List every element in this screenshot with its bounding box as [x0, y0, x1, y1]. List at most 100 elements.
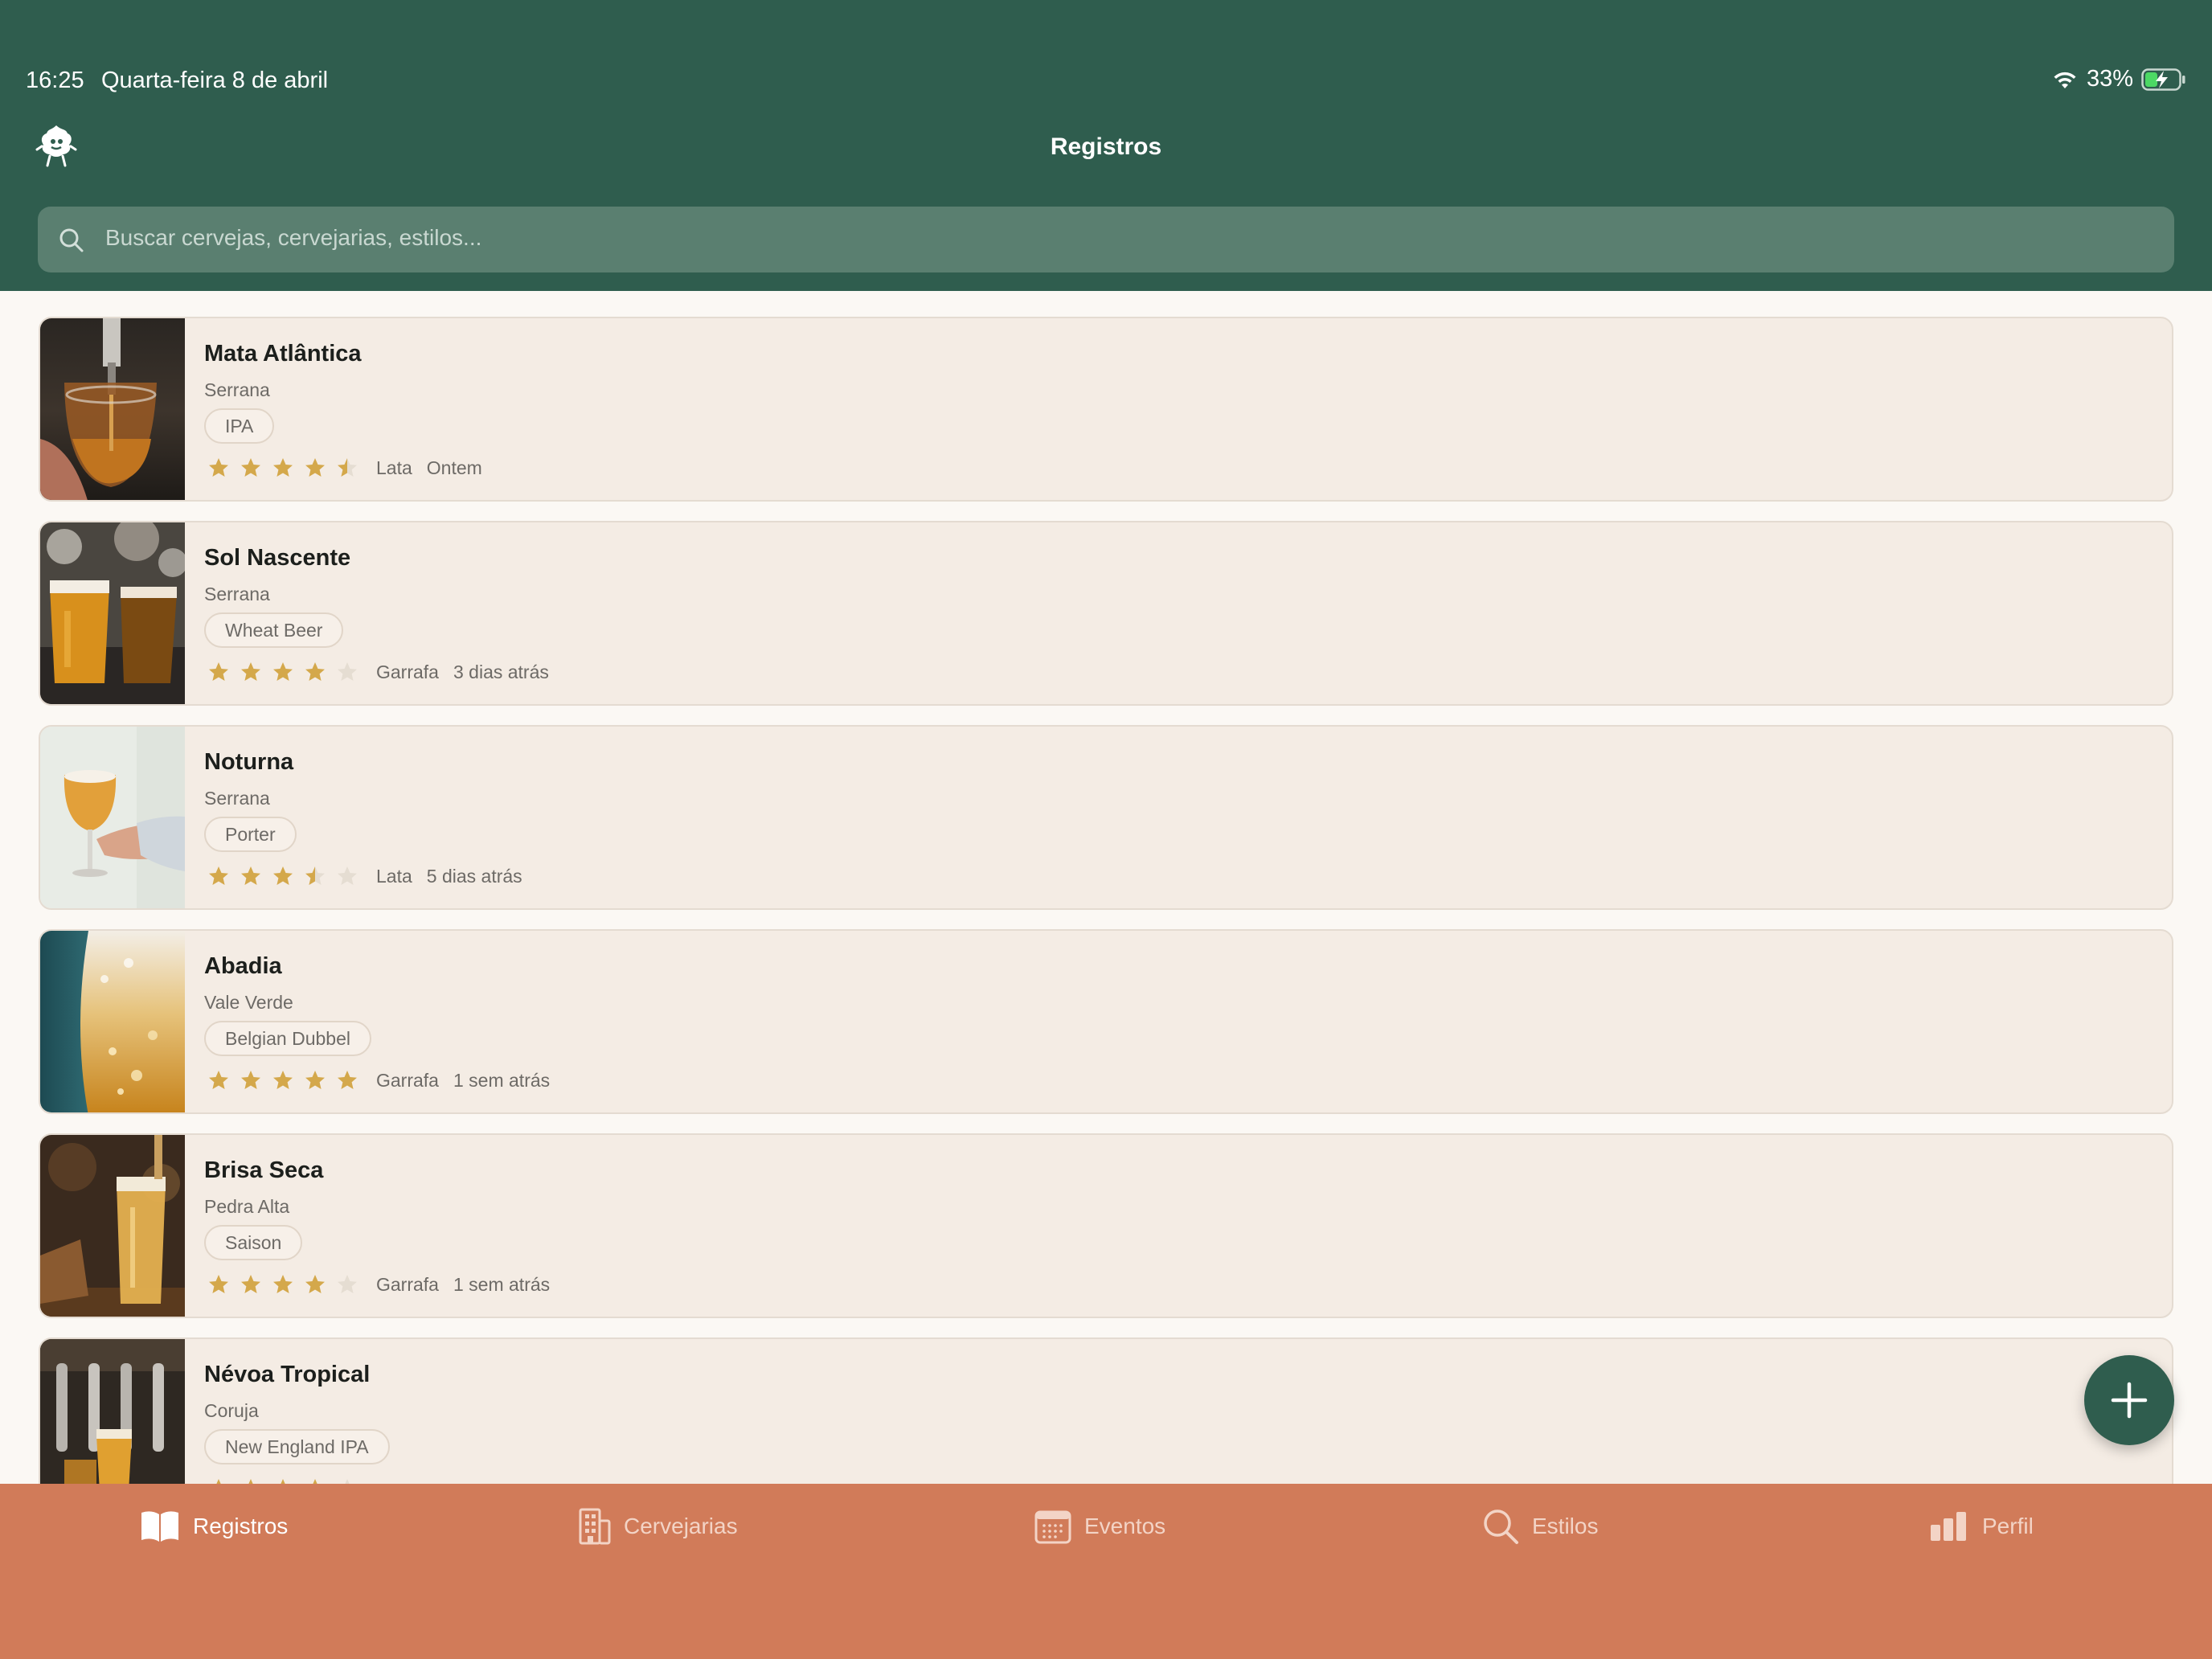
tab-estilos[interactable]: Estilos: [1482, 1503, 1598, 1550]
entry-photo: [40, 1135, 185, 1317]
star-rating: [207, 1477, 358, 1484]
battery-charging-icon: [2141, 68, 2185, 91]
tab-label: Cervejarias: [624, 1514, 738, 1538]
beer-name: Abadia: [204, 953, 282, 979]
entry-date: 1 sem atrás: [453, 1273, 551, 1295]
serving-format: Garrafa: [376, 1069, 439, 1091]
entry-meta: Lata 5 dias atrás: [207, 862, 522, 891]
beer-name: Mata Atlântica: [204, 341, 362, 367]
bar-chart-icon: [1931, 1512, 1966, 1541]
entry-card[interactable]: Névoa Tropical Coruja New England IPA: [39, 1337, 2173, 1484]
star-full-icon: [209, 1275, 228, 1293]
star-rating: [207, 457, 358, 479]
serving-format: Lata: [376, 865, 412, 887]
beer-name: Sol Nascente: [204, 545, 351, 571]
style-tag: Belgian Dubbel: [204, 1021, 372, 1056]
star-full-icon: [273, 1071, 293, 1089]
star-full-icon: [305, 458, 325, 477]
star-empty-icon: [338, 1275, 357, 1293]
entry-photo: [40, 318, 185, 500]
star-full-icon: [305, 662, 325, 681]
tab-perfil[interactable]: Perfil: [1929, 1503, 2034, 1550]
tab-eventos[interactable]: Eventos: [1034, 1503, 1165, 1550]
brewery-name: Serrana: [204, 379, 270, 400]
star-rating: [207, 1273, 358, 1296]
star-full-icon: [241, 458, 260, 477]
star-full-icon: [273, 1275, 293, 1293]
tab-registros[interactable]: Registros: [140, 1503, 288, 1550]
style-tag: IPA: [204, 408, 275, 444]
tab-cervejarias[interactable]: Cervejarias: [579, 1503, 738, 1550]
entry-meta: Garrafa 1 sem atrás: [207, 1270, 550, 1299]
entries-list[interactable]: Mata Atlântica Serrana IPA Lata Ontem So…: [0, 291, 2212, 1484]
status-bar: 16:25 Quarta-feira 8 de abril 33%: [0, 63, 2212, 103]
entry-date: 3 dias atrás: [453, 661, 549, 682]
star-half-icon: [305, 866, 325, 885]
star-rating: [207, 661, 358, 683]
tab-bar: Registros Cervejarias Eventos Estilos Pe…: [0, 1484, 2212, 1659]
brewery-name: Vale Verde: [204, 992, 293, 1013]
brewery-name: Pedra Alta: [204, 1196, 290, 1217]
tab-label: Registros: [193, 1514, 289, 1538]
plus-icon: [2111, 1382, 2148, 1419]
serving-format: Lata: [376, 457, 412, 478]
entry-card[interactable]: Noturna Serrana Porter Lata 5 dias atrás: [39, 725, 2173, 910]
brewery-name: Serrana: [204, 788, 270, 809]
beer-name: Névoa Tropical: [204, 1362, 371, 1387]
beer-name: Noturna: [204, 749, 294, 775]
entry-meta: Lata Ontem: [207, 453, 482, 482]
star-full-icon: [338, 1071, 357, 1089]
star-rating: [207, 1069, 358, 1092]
entry-date: 1 sem atrás: [453, 1069, 551, 1091]
brewery-name: Coruja: [204, 1400, 259, 1421]
brewery-name: Serrana: [204, 584, 270, 604]
star-full-icon: [209, 866, 228, 885]
entry-photo: [40, 522, 185, 704]
serving-format: Garrafa: [376, 1273, 439, 1295]
star-full-icon: [209, 458, 228, 477]
star-full-icon: [209, 662, 228, 681]
page-title: Registros: [1050, 133, 1162, 160]
star-full-icon: [281, 1479, 285, 1484]
entry-meta: Garrafa 3 dias atrás: [207, 657, 549, 686]
star-full-icon: [248, 1479, 253, 1484]
tab-label: Perfil: [1982, 1514, 2034, 1538]
serving-format: Garrafa: [376, 661, 439, 682]
entry-card[interactable]: Abadia Vale Verde Belgian Dubbel Garrafa…: [39, 929, 2173, 1114]
star-full-icon: [273, 866, 293, 885]
star-rating: [207, 865, 358, 887]
entry-card[interactable]: Mata Atlântica Serrana IPA Lata Ontem: [39, 317, 2173, 502]
style-tag: Wheat Beer: [204, 612, 344, 648]
tab-label: Estilos: [1532, 1514, 1599, 1538]
star-full-icon: [305, 1275, 325, 1293]
star-full-icon: [273, 458, 293, 477]
star-empty-icon: [338, 866, 357, 885]
entry-photo: [40, 931, 185, 1112]
search-icon: [1484, 1509, 1518, 1544]
add-entry-button[interactable]: [2084, 1355, 2174, 1445]
app-header: 16:25 Quarta-feira 8 de abril 33% Regist…: [0, 0, 2212, 291]
star-full-icon: [216, 1479, 221, 1484]
entry-photo: [40, 1339, 185, 1484]
star-full-icon: [273, 662, 293, 681]
entry-date: Ontem: [426, 457, 482, 478]
tab-label: Eventos: [1084, 1514, 1166, 1538]
star-empty-icon: [338, 662, 357, 681]
star-full-icon: [313, 1479, 317, 1484]
status-time: 16:25: [26, 68, 84, 93]
star-full-icon: [305, 1071, 325, 1089]
battery-percent: 33%: [2086, 66, 2133, 92]
entry-date: 5 dias atrás: [426, 865, 522, 887]
style-tag: Porter: [204, 817, 297, 852]
entry-card[interactable]: Brisa Seca Pedra Alta Saison Garrafa 1 s…: [39, 1133, 2173, 1318]
entry-card[interactable]: Sol Nascente Serrana Wheat Beer Garrafa …: [39, 521, 2173, 706]
building-icon: [579, 1508, 611, 1545]
entry-meta: Garrafa 1 sem atrás: [207, 1066, 550, 1095]
star-full-icon: [241, 866, 260, 885]
beer-name: Brisa Seca: [204, 1157, 324, 1183]
entry-photo: [40, 727, 185, 908]
search-input[interactable]: Buscar cervejas, cervejarias, estilos...: [38, 207, 2174, 272]
status-date: Quarta-feira 8 de abril: [101, 68, 329, 93]
search-placeholder: Buscar cervejas, cervejarias, estilos...: [105, 225, 482, 250]
star-half-icon: [338, 458, 357, 477]
